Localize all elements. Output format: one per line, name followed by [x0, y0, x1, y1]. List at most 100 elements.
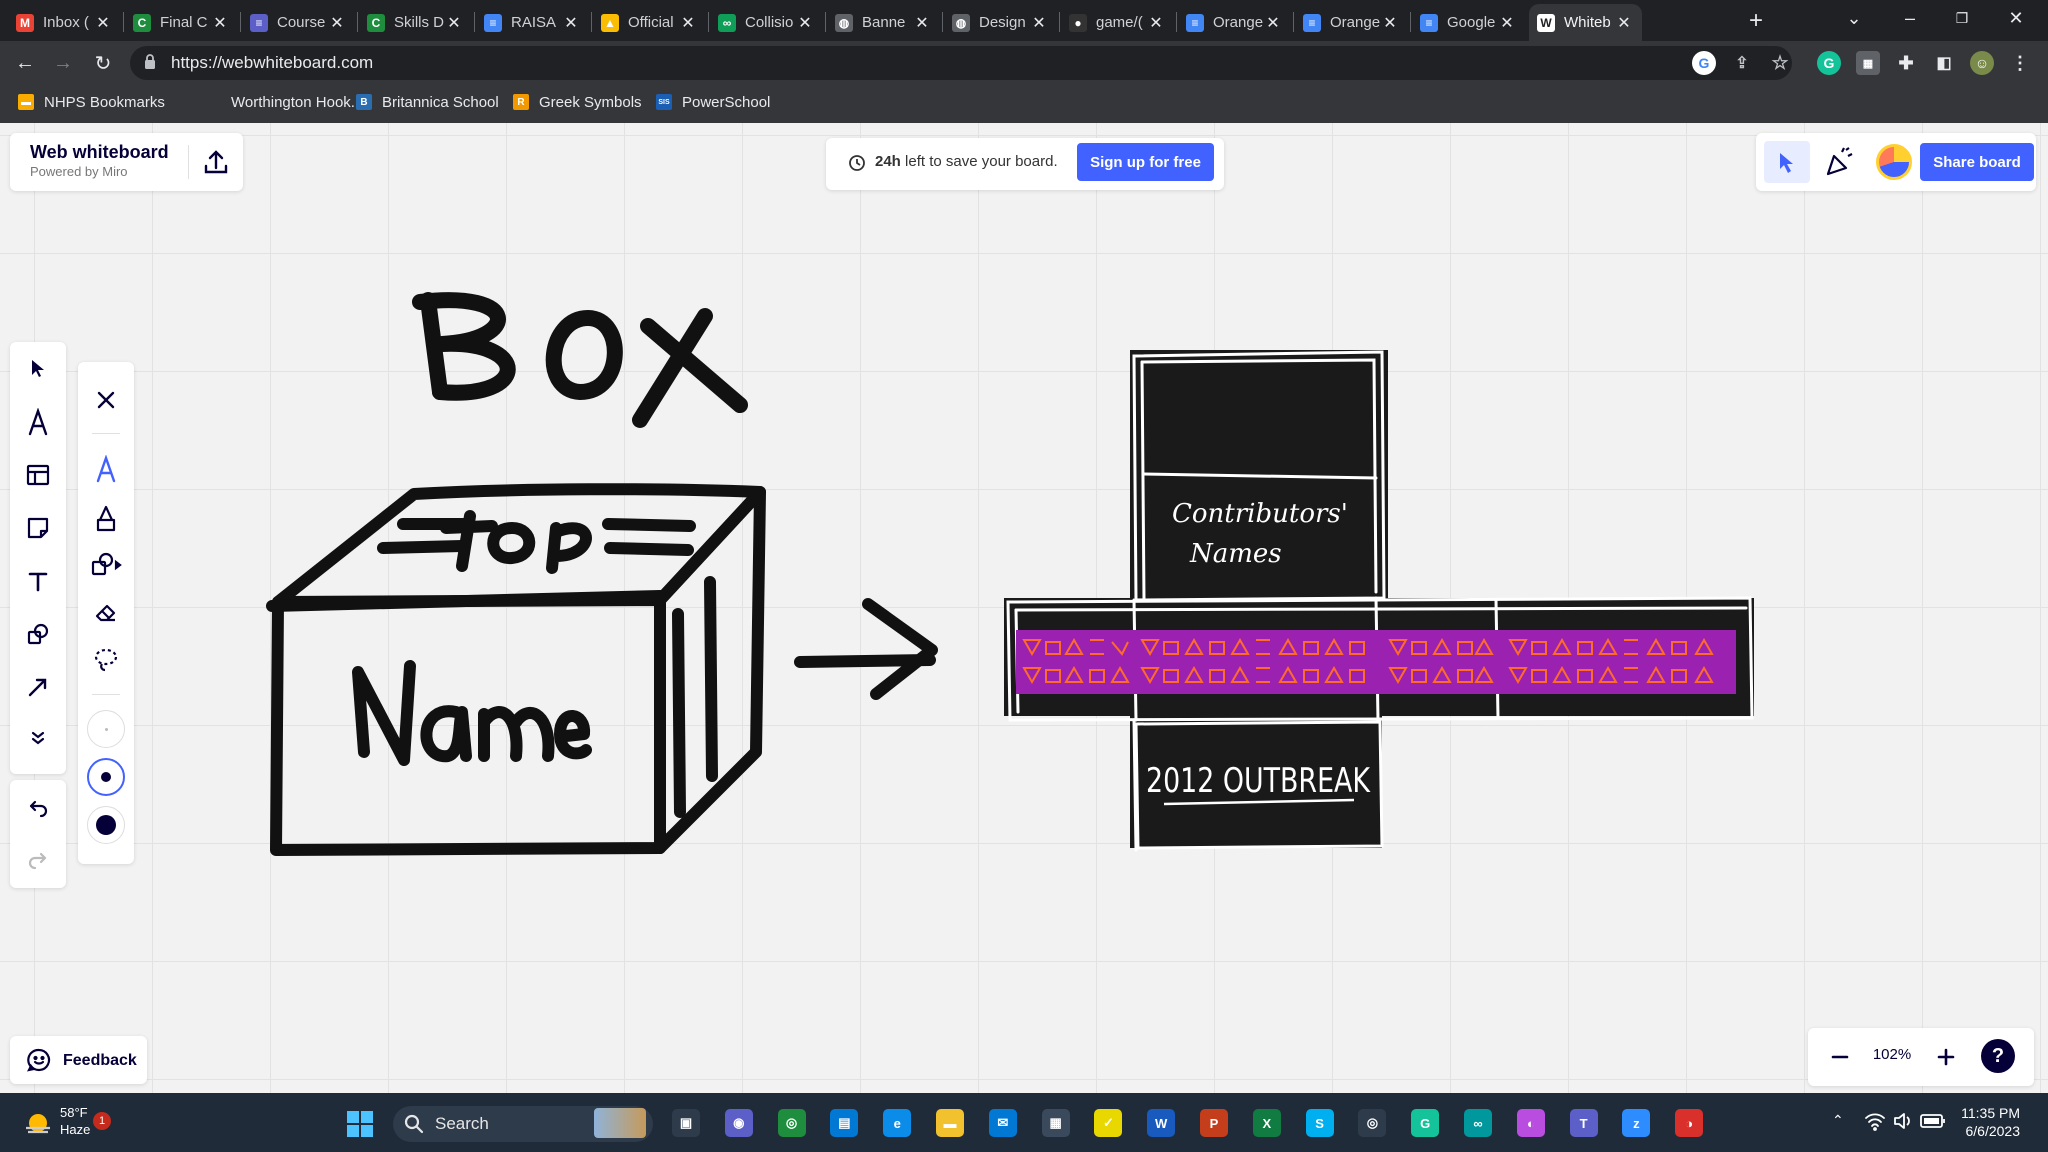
bookmark-item[interactable]: ▬ NHPS Bookmarks	[18, 91, 165, 113]
lasso-icon[interactable]	[86, 640, 126, 680]
thick-stroke-option[interactable]	[87, 806, 125, 844]
new-tab-button[interactable]: +	[1741, 6, 1771, 36]
eraser-icon[interactable]	[86, 592, 126, 632]
system-clock[interactable]: 11:35 PM 6/6/2023	[1940, 1104, 2020, 1140]
minimize-button[interactable]: –	[1884, 0, 1936, 36]
task-view-icon[interactable]: ▣	[672, 1109, 700, 1137]
close-window-button[interactable]: ✕	[1990, 0, 2042, 36]
drawing-layer[interactable]: Contributors' Names 2012 OUTBREAK	[0, 123, 2048, 1093]
bookmark-item[interactable]: SIS PowerSchool	[656, 91, 770, 113]
zoom-in-button[interactable]	[1928, 1040, 1964, 1074]
highlighter-icon[interactable]	[86, 498, 126, 538]
bookmark-item[interactable]: Worthington Hook...	[205, 91, 363, 113]
browser-tab[interactable]: ≡ Course ✕	[242, 4, 355, 41]
sidebar-icon[interactable]: ◧	[1932, 51, 1956, 75]
puzzle-icon[interactable]: ✚	[1894, 51, 1918, 75]
tab-close-icon[interactable]: ✕	[1029, 13, 1049, 33]
forward-icon[interactable]: →	[50, 50, 76, 76]
browser-tab[interactable]: C Skills D ✕	[359, 4, 472, 41]
share-board-button[interactable]: Share board	[1920, 143, 2034, 181]
powerpoint-icon[interactable]: P	[1200, 1109, 1228, 1137]
profile-avatar[interactable]: ☺	[1970, 51, 1994, 75]
zoom-out-button[interactable]	[1822, 1040, 1858, 1074]
chrome-icon[interactable]: ◎	[777, 1109, 806, 1137]
celebrate-icon[interactable]	[1822, 144, 1858, 180]
arduino-icon[interactable]: ∞	[1464, 1109, 1492, 1137]
reload-icon[interactable]: ↻	[90, 50, 116, 76]
google-icon[interactable]: G	[1692, 51, 1716, 75]
outlook-icon[interactable]: ▤	[830, 1109, 859, 1137]
restore-button[interactable]: ❐	[1936, 0, 1988, 36]
tab-close-icon[interactable]: ✕	[912, 13, 932, 33]
file-explorer-icon[interactable]: ▬	[936, 1109, 964, 1137]
text-tool-icon[interactable]	[18, 561, 58, 601]
weather-icon[interactable]	[22, 1108, 54, 1140]
box-sketch[interactable]	[266, 292, 938, 856]
tab-close-icon[interactable]: ✕	[561, 13, 581, 33]
teams-chat-icon[interactable]: ◉	[724, 1109, 753, 1137]
tasks-icon[interactable]: ✓	[1094, 1109, 1123, 1137]
tab-search-icon[interactable]: ⌄	[1828, 0, 1880, 36]
bookmark-item[interactable]: B Britannica School	[356, 91, 499, 113]
tab-close-icon[interactable]: ✕	[210, 13, 230, 33]
more-tools-icon[interactable]	[18, 718, 58, 758]
teams-icon[interactable]: T	[1569, 1109, 1598, 1137]
skype-icon[interactable]: S	[1305, 1109, 1334, 1137]
menu-icon[interactable]: ⋮	[2008, 51, 2032, 75]
browser-tab[interactable]: ▲ Official ✕	[593, 4, 706, 41]
wifi-icon[interactable]	[1864, 1111, 1888, 1133]
word-icon[interactable]: W	[1147, 1109, 1176, 1137]
lock-icon[interactable]	[144, 54, 156, 69]
brand-title[interactable]: Web whiteboard	[30, 142, 169, 163]
extension-icon[interactable]: ▦	[1856, 51, 1880, 75]
pen-tool-icon[interactable]	[18, 402, 58, 442]
browser-tab[interactable]: C Final C ✕	[125, 4, 238, 41]
address-bar[interactable]	[130, 46, 1792, 80]
connector-tool-icon[interactable]	[18, 667, 58, 707]
tab-close-icon[interactable]: ✕	[327, 13, 347, 33]
tab-close-icon[interactable]: ✕	[444, 13, 464, 33]
browser-tab[interactable]: ≡ Google ✕	[1412, 4, 1525, 41]
medium-stroke-option[interactable]	[87, 758, 125, 796]
tab-close-icon[interactable]: ✕	[795, 13, 815, 33]
tab-close-icon[interactable]: ✕	[1614, 13, 1634, 33]
browser-tab[interactable]: ≡ Orange ✕	[1295, 4, 1408, 41]
browser-tab[interactable]: ≡ RAISA ✕	[476, 4, 589, 41]
zoom-level[interactable]: 102%	[1862, 1046, 1922, 1063]
store-icon[interactable]: ▦	[1041, 1109, 1070, 1137]
tab-close-icon[interactable]: ✕	[678, 13, 698, 33]
redo-icon[interactable]	[18, 840, 58, 880]
feedback-label[interactable]: Feedback	[63, 1052, 137, 1070]
tray-chevron-icon[interactable]: ⌃	[1832, 1112, 1844, 1129]
edge-icon[interactable]: e	[883, 1109, 912, 1137]
smart-drawing-icon[interactable]	[86, 544, 126, 584]
browser-tab[interactable]: ◍ Banne ✕	[827, 4, 940, 41]
tab-close-icon[interactable]: ✕	[93, 13, 113, 33]
tab-close-icon[interactable]: ✕	[1263, 13, 1283, 33]
sticky-note-icon[interactable]	[18, 508, 58, 548]
back-icon[interactable]: ←	[12, 50, 38, 76]
bookmark-item[interactable]: R Greek Symbols	[513, 91, 642, 113]
app-icon[interactable]: ◑	[1675, 1109, 1704, 1137]
tab-close-icon[interactable]: ✕	[1380, 13, 1400, 33]
browser-tab[interactable]: M Inbox (✕	[8, 4, 121, 41]
start-button[interactable]	[346, 1110, 374, 1138]
close-icon[interactable]	[86, 380, 126, 420]
thin-stroke-option[interactable]	[87, 710, 125, 748]
grammarly-icon[interactable]: G	[1817, 51, 1841, 75]
browser-tab[interactable]: ◍ Design ✕	[944, 4, 1057, 41]
sign-up-button[interactable]: Sign up for free	[1077, 143, 1214, 181]
zoom-icon[interactable]: z	[1622, 1109, 1651, 1137]
user-avatar[interactable]	[1876, 144, 1912, 180]
help-button[interactable]: ?	[1981, 1039, 2015, 1073]
browser-tab[interactable]: ≡ Orange ✕	[1178, 4, 1291, 41]
tab-close-icon[interactable]: ✕	[1146, 13, 1166, 33]
template-tool-icon[interactable]	[18, 455, 58, 495]
browser-tab[interactable]: W Whiteb ✕	[1529, 4, 1642, 41]
shapes-tool-icon[interactable]	[18, 614, 58, 654]
paint-icon[interactable]: ◐	[1516, 1109, 1545, 1137]
bookmark-star-icon[interactable]: ☆	[1768, 51, 1792, 75]
undo-icon[interactable]	[18, 788, 58, 828]
grammarly-app-icon[interactable]: G	[1411, 1109, 1440, 1137]
export-icon[interactable]	[200, 146, 232, 178]
